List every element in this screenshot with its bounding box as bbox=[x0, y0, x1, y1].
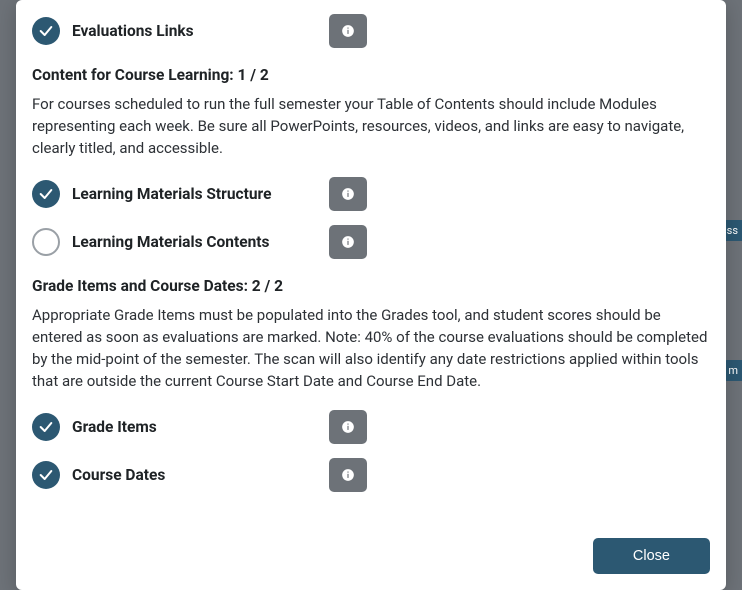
checkmark-icon bbox=[32, 17, 60, 45]
info-button[interactable] bbox=[329, 225, 367, 259]
section-description-grades: Appropriate Grade Items must be populate… bbox=[32, 305, 710, 392]
section-heading-grades: Grade Items and Course Dates: 2 / 2 bbox=[32, 277, 710, 295]
modal-body: Evaluations Links Content for Course Lea… bbox=[32, 14, 710, 524]
checklist-item-evaluations-links: Evaluations Links bbox=[32, 14, 710, 48]
close-button[interactable]: Close bbox=[593, 538, 710, 574]
section-heading-learning: Content for Course Learning: 1 / 2 bbox=[32, 66, 710, 84]
unchecked-circle-icon bbox=[32, 228, 60, 256]
checklist-item-label: Learning Materials Structure bbox=[72, 185, 317, 203]
section-description-learning: For courses scheduled to run the full se… bbox=[32, 94, 710, 159]
info-button[interactable] bbox=[329, 177, 367, 211]
checklist-item-learning-contents: Learning Materials Contents bbox=[32, 225, 710, 259]
checklist-item-label: Grade Items bbox=[72, 418, 317, 436]
checkmark-icon bbox=[32, 180, 60, 208]
info-button[interactable] bbox=[329, 14, 367, 48]
checkmark-icon bbox=[32, 413, 60, 441]
checklist-item-learning-structure: Learning Materials Structure bbox=[32, 177, 710, 211]
info-button[interactable] bbox=[329, 458, 367, 492]
checklist-item-course-dates: Course Dates bbox=[32, 458, 710, 492]
checklist-item-label: Evaluations Links bbox=[72, 22, 317, 40]
checkmark-icon bbox=[32, 461, 60, 489]
checklist-item-grade-items: Grade Items bbox=[32, 410, 710, 444]
checklist-item-label: Learning Materials Contents bbox=[72, 233, 317, 251]
checklist-item-label: Course Dates bbox=[72, 466, 317, 484]
modal-footer: Close bbox=[32, 524, 710, 574]
checklist-modal: Evaluations Links Content for Course Lea… bbox=[16, 0, 726, 590]
info-button[interactable] bbox=[329, 410, 367, 444]
